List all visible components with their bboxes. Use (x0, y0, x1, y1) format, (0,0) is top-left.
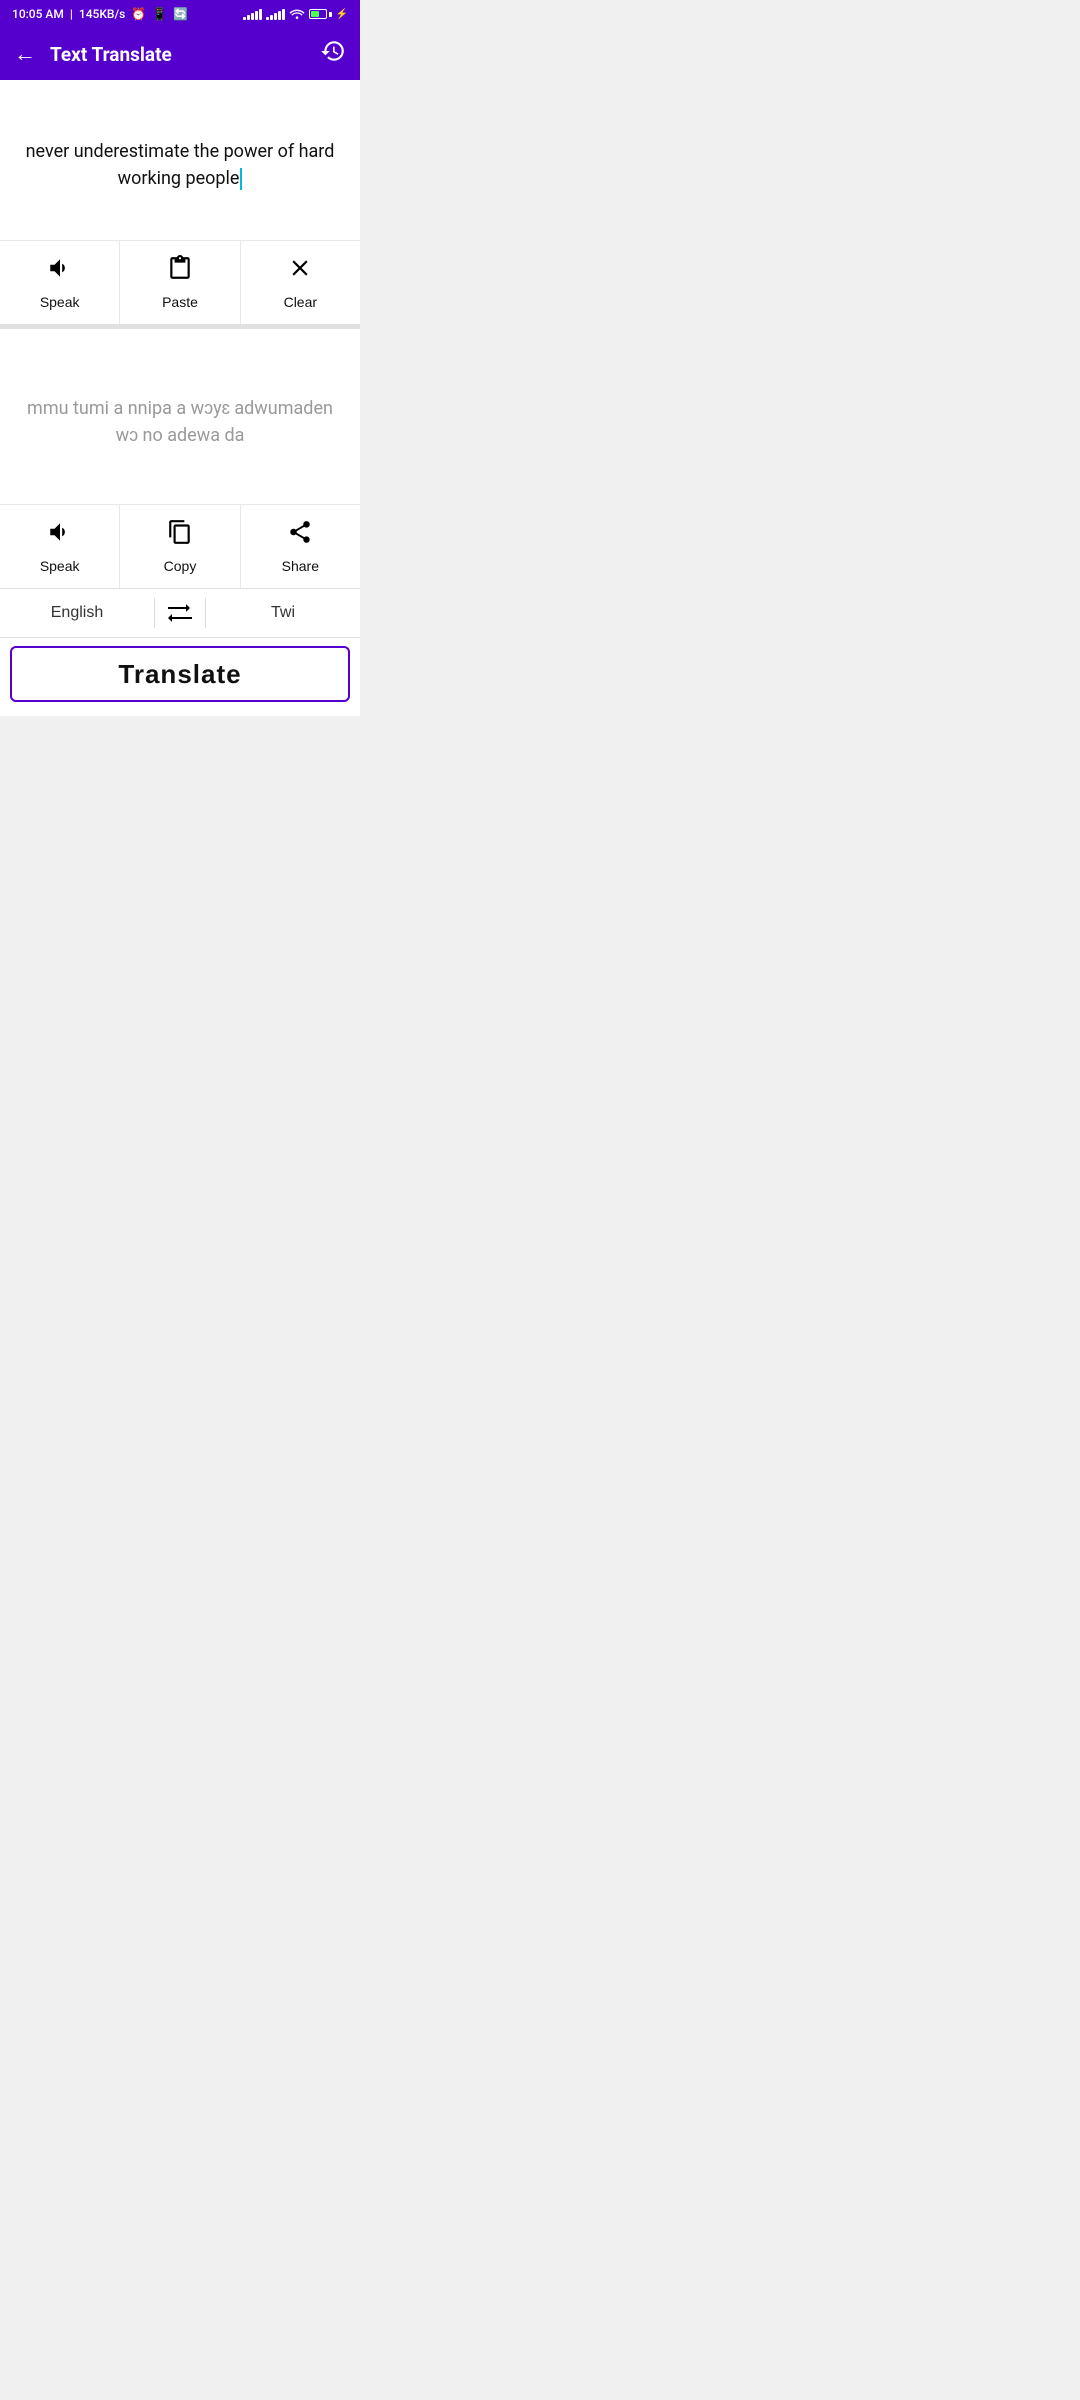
wifi-icon (289, 7, 305, 22)
copy-output-label: Copy (164, 558, 197, 574)
source-language-button[interactable]: English (0, 589, 154, 637)
output-text-area: mmu tumi a nnipa a wɔyɛ adwumaden wɔ no … (0, 329, 360, 504)
swap-languages-button[interactable] (155, 602, 205, 624)
sync-icon: 🔄 (173, 7, 188, 21)
history-button[interactable] (320, 38, 346, 70)
target-language-button[interactable]: Twi (206, 589, 360, 637)
status-left: 10:05 AM | 145KB/s ⏰ 📱 🔄 (12, 7, 188, 21)
translate-button-wrapper: Translate (0, 638, 360, 716)
share-output-icon (287, 519, 313, 552)
alarm-icon: ⏰ (131, 7, 146, 21)
whatsapp-icon: 📱 (152, 7, 167, 21)
input-text-area[interactable]: never underestimate the power of hard wo… (0, 80, 360, 240)
paste-input-label: Paste (162, 294, 198, 310)
clear-input-button[interactable]: Clear (241, 241, 360, 324)
speak-input-label: Speak (40, 294, 80, 310)
page-title: Text Translate (50, 43, 320, 66)
speak-input-icon (47, 255, 73, 288)
translate-button[interactable]: Translate (10, 646, 350, 702)
clear-input-icon (287, 255, 313, 288)
input-section: never underestimate the power of hard wo… (0, 80, 360, 325)
language-bar: English Twi (0, 588, 360, 638)
output-section: mmu tumi a nnipa a wɔyɛ adwumaden wɔ no … (0, 325, 360, 588)
time-display: 10:05 AM (12, 7, 64, 21)
speak-input-button[interactable]: Speak (0, 241, 120, 324)
speak-output-icon (47, 519, 73, 552)
speak-output-button[interactable]: Speak (0, 505, 120, 588)
output-actions-row: Speak Copy Share (0, 504, 360, 588)
share-output-button[interactable]: Share (241, 505, 360, 588)
input-actions-row: Speak Paste Clear (0, 240, 360, 324)
signal-bars-2 (266, 8, 285, 20)
target-language-label: Twi (271, 604, 295, 622)
battery-indicator (309, 9, 332, 19)
text-cursor (240, 168, 242, 190)
input-text: never underestimate the power of hard wo… (20, 138, 340, 192)
speak-output-label: Speak (40, 558, 80, 574)
output-text: mmu tumi a nnipa a wɔyɛ adwumaden wɔ no … (16, 395, 344, 449)
paste-input-icon (167, 255, 193, 288)
status-right: ⚡ (243, 7, 348, 22)
back-button[interactable]: ← (14, 41, 36, 67)
signal-bars-1 (243, 8, 262, 20)
paste-input-button[interactable]: Paste (120, 241, 240, 324)
app-header: ← Text Translate (0, 28, 360, 80)
source-language-label: English (51, 604, 103, 622)
share-output-label: Share (282, 558, 319, 574)
charging-icon: ⚡ (336, 9, 348, 20)
copy-output-icon (167, 519, 193, 552)
network-speed-value: 145KB/s (79, 7, 125, 21)
status-bar: 10:05 AM | 145KB/s ⏰ 📱 🔄 (0, 0, 360, 28)
clear-input-label: Clear (284, 294, 317, 310)
network-speed: | (70, 7, 73, 21)
copy-output-button[interactable]: Copy (120, 505, 240, 588)
